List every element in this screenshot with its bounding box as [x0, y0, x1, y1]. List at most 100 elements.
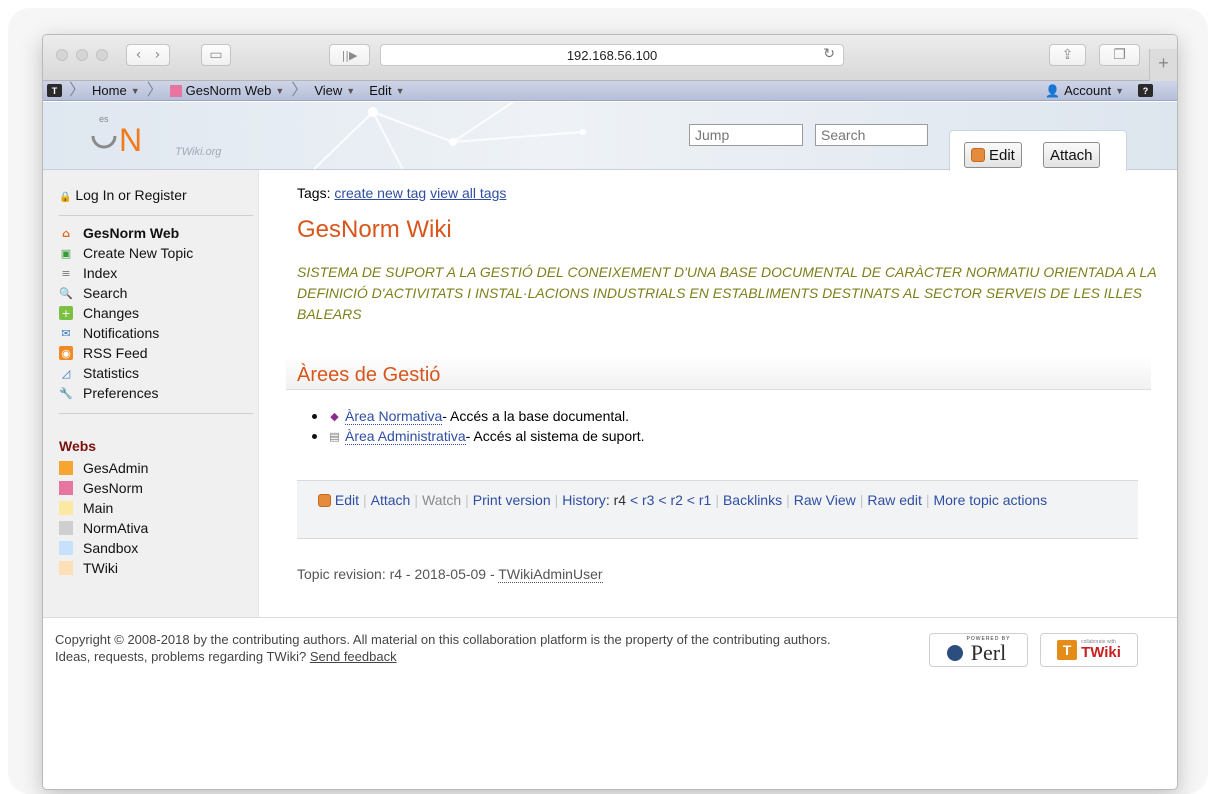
minimize-window-button[interactable] [76, 49, 88, 61]
svg-text:es: es [99, 114, 109, 124]
sidebar-item-gesnorm-web[interactable]: ⌂ GesNorm Web [59, 223, 193, 243]
header-edit-button[interactable]: Edit [964, 142, 1022, 168]
chevron-down-icon: ▼ [130, 85, 140, 96]
revision-r1-link[interactable]: r1 [699, 492, 711, 508]
changes-icon: + [59, 306, 73, 320]
web-item-gesnorm[interactable]: GesNorm [59, 478, 148, 498]
index-icon: ≡ [61, 266, 71, 280]
action-history-link[interactable]: History [562, 492, 606, 508]
web-item-main[interactable]: Main [59, 498, 148, 518]
sidebar-toggle-button[interactable]: ▭ [201, 44, 231, 66]
diff-r3-r2-link[interactable]: < [658, 492, 666, 508]
action-attach-link[interactable]: Attach [371, 492, 411, 508]
send-feedback-link[interactable]: Send feedback [310, 649, 397, 664]
login-line: 🔒 Log In or Register [59, 187, 187, 203]
share-button[interactable]: ⇪ [1049, 44, 1086, 66]
web-item-label: TWiki [83, 560, 118, 576]
new-topic-icon: ▣ [60, 246, 72, 260]
area-normativa-desc: - Accés a la base documental. [442, 408, 630, 424]
login-link[interactable]: Log In [75, 187, 114, 203]
menu-web[interactable]: GesNorm Web ▼ [163, 81, 292, 100]
action-more-link[interactable]: More topic actions [933, 492, 1047, 508]
web-item-label: GesNorm [83, 480, 143, 496]
back-icon[interactable]: ‹ [136, 47, 142, 63]
header-attach-button[interactable]: Attach [1043, 142, 1100, 168]
web-color-swatch [59, 501, 73, 515]
action-watch-link[interactable]: Watch [422, 492, 461, 508]
web-item-twiki[interactable]: TWiki [59, 558, 148, 578]
area-normativa-link[interactable]: Àrea Normativa [345, 408, 443, 425]
help-icon: ? [1138, 84, 1153, 97]
reader-button[interactable]: ||▶ [329, 44, 370, 66]
diff-r2-r1-link[interactable]: < [687, 492, 695, 508]
sidebar-item-changes[interactable]: + Changes [59, 303, 193, 323]
revision-r2-link[interactable]: r2 [670, 492, 682, 508]
list-item: ▤ Àrea Administrativa - Accés al sistema… [312, 426, 645, 446]
sidebar-item-create-new-topic[interactable]: ▣ Create New Topic [59, 243, 193, 263]
page-title: GesNorm Wiki [297, 216, 452, 243]
twiki-icon: T [47, 84, 62, 97]
revision-user-link[interactable]: TWikiAdminUser [498, 566, 603, 583]
sidebar-item-search[interactable]: 🔍 Search [59, 283, 193, 303]
menu-view[interactable]: View ▼ [307, 81, 362, 100]
powered-by-perl-badge[interactable]: POWERED BY Perl [929, 633, 1028, 667]
sidebar-item-statistics[interactable]: ◿ Statistics [59, 363, 193, 383]
twiki-menu-icon-button[interactable]: T [43, 81, 69, 100]
page-footer: Copyright © 2008-2018 by the contributin… [43, 617, 1177, 789]
chevron-down-icon: ▼ [275, 85, 285, 96]
action-print-link[interactable]: Print version [473, 492, 551, 508]
area-administrativa-link[interactable]: Àrea Administrativa [345, 428, 466, 445]
twiki-badge[interactable]: T collaborate with TWiki [1040, 633, 1138, 667]
sidebar-item-index[interactable]: ≡ Index [59, 263, 193, 283]
menu-edit[interactable]: Edit ▼ [362, 81, 411, 100]
statistics-icon: ◿ [61, 366, 71, 380]
tabs-overview-button[interactable]: ❐ [1099, 44, 1140, 66]
action-backlinks-link[interactable]: Backlinks [723, 492, 782, 508]
copyright-line: Copyright © 2008-2018 by the contributin… [55, 632, 831, 647]
gesnorm-logo[interactable]: es N [85, 110, 175, 158]
help-button[interactable]: ? [1131, 81, 1177, 100]
forward-icon[interactable]: › [155, 47, 161, 63]
sidebar-item-label: Preferences [83, 385, 159, 401]
zoom-window-button[interactable] [96, 49, 108, 61]
header-network-graphic [312, 102, 586, 169]
reload-icon[interactable]: ↻ [823, 46, 835, 62]
sidebar-icon: ▭ [209, 47, 223, 63]
action-edit-link[interactable]: Edit [335, 492, 359, 508]
create-new-tag-link[interactable]: create new tag [334, 185, 426, 201]
register-link[interactable]: Register [135, 187, 187, 203]
revision-r3-link[interactable]: r3 [642, 492, 654, 508]
webs-heading: Webs [59, 438, 97, 454]
sidebar-item-preferences[interactable]: 🔧 Preferences [59, 383, 193, 403]
address-bar[interactable]: 192.168.56.100 ↻ [380, 44, 844, 66]
web-color-swatch [59, 521, 73, 535]
action-raw-view-link[interactable]: Raw View [794, 492, 856, 508]
menu-account[interactable]: 👤 Account ▼ [1038, 81, 1131, 100]
chevron-down-icon: ▼ [1115, 85, 1124, 96]
jump-input[interactable] [689, 124, 803, 146]
search-input[interactable] [815, 124, 928, 146]
ideas-text: Ideas, requests, problems regarding TWik… [55, 649, 307, 664]
sidebar-item-rss-feed[interactable]: ◉ RSS Feed [59, 343, 193, 363]
header-edit-label: Edit [989, 146, 1015, 164]
browser-toolbar: ‹ › ▭ ||▶ 192.168.56.100 ↻ ⇪ ❐ + [43, 35, 1177, 81]
sidebar-item-label: Index [83, 265, 118, 281]
action-raw-edit-link[interactable]: Raw edit [867, 492, 921, 508]
sidebar-item-notifications[interactable]: ✉ Notifications [59, 323, 193, 343]
web-item-gesadmin[interactable]: GesAdmin [59, 458, 148, 478]
login-or-text: or [118, 187, 131, 203]
chevron-down-icon: ▼ [395, 85, 405, 96]
rss-icon: ◉ [59, 346, 73, 360]
close-window-button[interactable] [56, 49, 68, 61]
topic-revision: Topic revision: r4 - 2018-05-09 - TWikiA… [297, 566, 603, 583]
menu-home[interactable]: Home ▼ [85, 81, 147, 100]
web-item-normativa[interactable]: NormAtiva [59, 518, 148, 538]
web-item-sandbox[interactable]: Sandbox [59, 538, 148, 558]
back-forward-buttons[interactable]: ‹ › [126, 44, 170, 66]
sidebar-divider [59, 413, 253, 414]
sidebar-item-label: Changes [83, 305, 140, 321]
diff-r4-r3-link[interactable]: < [630, 492, 638, 508]
new-tab-button[interactable]: + [1149, 49, 1177, 81]
web-color-swatch [59, 541, 73, 555]
view-all-tags-link[interactable]: view all tags [430, 185, 506, 201]
